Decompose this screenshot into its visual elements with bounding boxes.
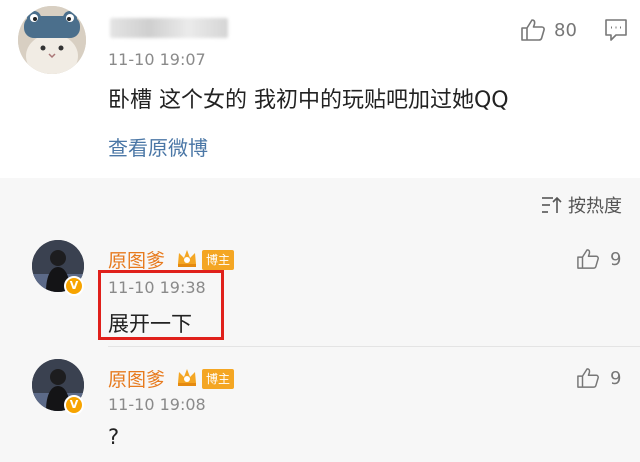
sort-by-hot-button[interactable]: 按热度 xyxy=(540,192,622,218)
view-original-link[interactable]: 查看原微博 xyxy=(108,132,208,161)
reply-username[interactable]: 原图爹 xyxy=(108,246,165,273)
reply-username[interactable]: 原图爹 xyxy=(108,365,165,392)
crown-icon xyxy=(178,250,196,267)
like-count: 80 xyxy=(554,19,577,41)
reply-like-count: 9 xyxy=(610,367,622,389)
crown-icon xyxy=(178,369,196,386)
reply-like-count: 9 xyxy=(610,248,622,270)
reply-item: V 原图爹 博主 11-10 19:08 ? 9 xyxy=(0,347,640,462)
reply-timestamp: 11-10 19:08 xyxy=(108,395,206,414)
reply-like-button[interactable]: 9 xyxy=(576,367,621,389)
username-blurred xyxy=(110,18,228,38)
thumbs-up-icon xyxy=(577,368,599,388)
comment-text: 卧槽 这个女的 我初中的玩贴吧加过她QQ xyxy=(108,88,509,113)
thumbs-up-icon xyxy=(577,249,599,269)
comment-timestamp: 11-10 19:07 xyxy=(108,50,206,69)
verified-badge-icon: V xyxy=(64,276,84,296)
highlight-box xyxy=(98,270,224,340)
sort-icon xyxy=(542,196,562,213)
reply-item: V 原图爹 博主 11-10 19:38 展开一下 9 xyxy=(0,226,640,346)
sort-label: 按热度 xyxy=(568,196,622,217)
host-badge: 博主 xyxy=(202,250,235,270)
reply-text: ? xyxy=(108,425,120,449)
avatar[interactable] xyxy=(18,6,86,74)
verified-badge-icon: V xyxy=(64,395,84,415)
host-badge: 博主 xyxy=(202,369,235,389)
like-button[interactable]: 80 xyxy=(520,18,577,42)
reply-like-button[interactable]: 9 xyxy=(576,248,621,270)
thumbs-up-icon xyxy=(521,19,545,41)
cat-avatar-icon xyxy=(18,6,86,74)
comment-icon xyxy=(605,19,627,41)
sort-bar: 按热度 xyxy=(0,178,640,226)
comment-button[interactable] xyxy=(604,18,628,46)
main-comment-card: 11-10 19:07 卧槽 这个女的 我初中的玩贴吧加过她QQ 查看原微博 8… xyxy=(0,0,640,178)
